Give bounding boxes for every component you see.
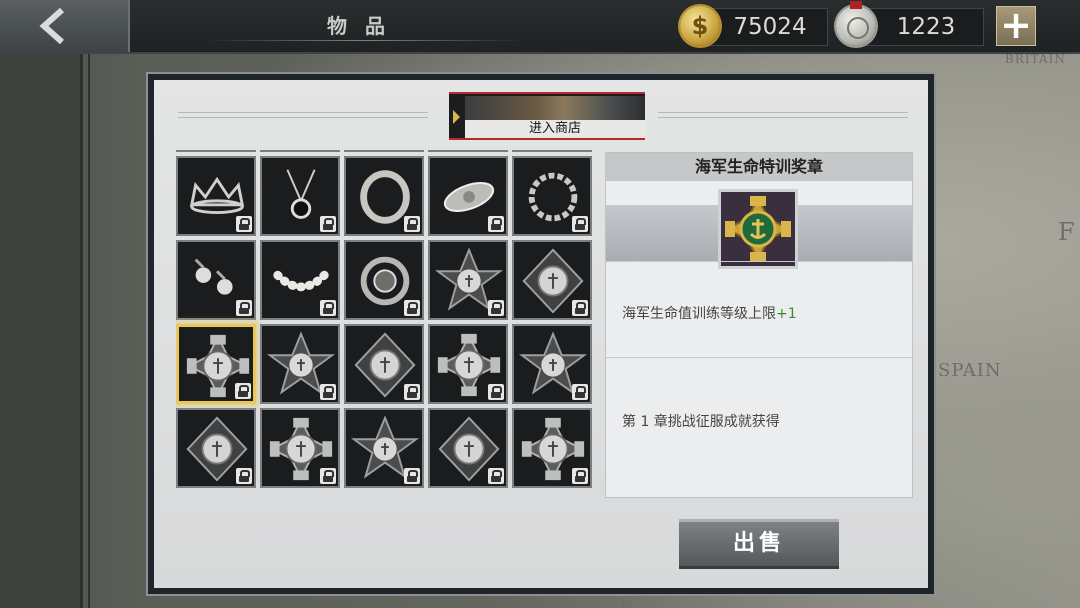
- lock-icon: [236, 300, 252, 316]
- top-bar: 物品 75024 $ 1223 +: [0, 0, 1080, 54]
- decorative-line: [178, 112, 428, 118]
- page-title: 物品: [327, 14, 403, 38]
- inventory-item-slot[interactable]: [176, 150, 256, 152]
- back-button[interactable]: [0, 0, 130, 52]
- item-source-text: 第 1 章挑战征服成就获得: [622, 414, 780, 430]
- item-effect-bonus: +1: [776, 306, 797, 322]
- inventory-item-slot[interactable]: [428, 324, 508, 404]
- decorative-line: [658, 112, 908, 118]
- lock-icon: [572, 300, 588, 316]
- item-detail-title: 海军生命特训奖章: [606, 153, 912, 181]
- detail-separator: [606, 357, 912, 358]
- lock-icon: [404, 384, 420, 400]
- inventory-item-slot[interactable]: [176, 408, 256, 488]
- lock-icon: [404, 300, 420, 316]
- gold-amount: 75024: [733, 14, 807, 40]
- lock-icon: [320, 300, 336, 316]
- inventory-item-slot[interactable]: [260, 408, 340, 488]
- item-grid: [176, 150, 592, 488]
- sell-button[interactable]: 出售: [679, 519, 839, 569]
- inventory-item-slot[interactable]: [512, 240, 592, 320]
- inventory-item-slot[interactable]: [344, 156, 424, 236]
- lock-icon: [235, 383, 251, 399]
- inventory-panel: 进入商店 海军生命特训奖章 海军生命值训练等级上限+1 第 1 章挑战征服成就获…: [146, 72, 936, 596]
- map-label-spain: SPAIN: [938, 360, 1002, 381]
- lock-icon: [572, 468, 588, 484]
- inventory-item-slot[interactable]: [176, 324, 256, 404]
- inventory-item-slot[interactable]: [512, 324, 592, 404]
- naval-medal-icon: [721, 192, 795, 266]
- inventory-panel-body: 进入商店 海军生命特训奖章 海军生命值训练等级上限+1 第 1 章挑战征服成就获…: [154, 80, 928, 588]
- inventory-item-slot[interactable]: [176, 156, 256, 236]
- lock-icon: [404, 468, 420, 484]
- lock-icon: [320, 384, 336, 400]
- map-border-line: [80, 54, 83, 608]
- map-label-britain: BRITAIN: [1005, 52, 1066, 66]
- lock-icon: [488, 216, 504, 232]
- lock-icon: [320, 468, 336, 484]
- inventory-item-slot[interactable]: [176, 240, 256, 320]
- inventory-item-slot[interactable]: [260, 150, 340, 152]
- inventory-item-slot[interactable]: [344, 240, 424, 320]
- chevron-left-icon: [39, 7, 64, 45]
- inventory-item-slot[interactable]: [260, 324, 340, 404]
- play-arrow-icon: [453, 110, 460, 124]
- inventory-item-slot[interactable]: [512, 156, 592, 236]
- inventory-item-slot[interactable]: [512, 150, 592, 152]
- inventory-item-slot[interactable]: [428, 150, 508, 152]
- lock-icon: [404, 216, 420, 232]
- detail-separator: [606, 261, 912, 262]
- inventory-item-slot[interactable]: [512, 408, 592, 488]
- selected-item-icon: [718, 189, 798, 269]
- lock-icon: [572, 216, 588, 232]
- inventory-item-slot[interactable]: [344, 150, 424, 152]
- item-detail-card: 海军生命特训奖章 海军生命值训练等级上限+1 第 1 章挑战征服成就获得: [605, 152, 913, 498]
- inventory-item-slot[interactable]: [428, 156, 508, 236]
- lock-icon: [236, 216, 252, 232]
- inventory-item-slot[interactable]: [428, 408, 508, 488]
- item-grid-viewport[interactable]: [176, 150, 600, 584]
- medal-amount: 1223: [896, 14, 956, 40]
- lock-icon: [572, 384, 588, 400]
- title-underline: [205, 40, 525, 41]
- inventory-item-slot[interactable]: [260, 156, 340, 236]
- lock-icon: [488, 384, 504, 400]
- map-label-france: F: [1058, 218, 1076, 246]
- add-currency-button[interactable]: +: [996, 6, 1036, 46]
- enter-shop-label: 进入商店: [465, 120, 645, 138]
- silver-medal-icon: [836, 1, 876, 46]
- item-effect-text: 海军生命值训练等级上限: [622, 306, 776, 322]
- item-effect: 海军生命值训练等级上限+1: [622, 303, 797, 323]
- inventory-item-slot[interactable]: [344, 408, 424, 488]
- inventory-item-slot[interactable]: [428, 240, 508, 320]
- inventory-item-slot[interactable]: [260, 240, 340, 320]
- map-border-line: [88, 54, 90, 608]
- lock-icon: [320, 216, 336, 232]
- lock-icon: [488, 300, 504, 316]
- gold-coin-icon: $: [680, 6, 720, 46]
- lock-icon: [236, 468, 252, 484]
- lock-icon: [488, 468, 504, 484]
- map-label-south: SOUTH: [574, 596, 634, 608]
- enter-shop-button[interactable]: 进入商店: [449, 92, 645, 140]
- inventory-item-slot[interactable]: [344, 324, 424, 404]
